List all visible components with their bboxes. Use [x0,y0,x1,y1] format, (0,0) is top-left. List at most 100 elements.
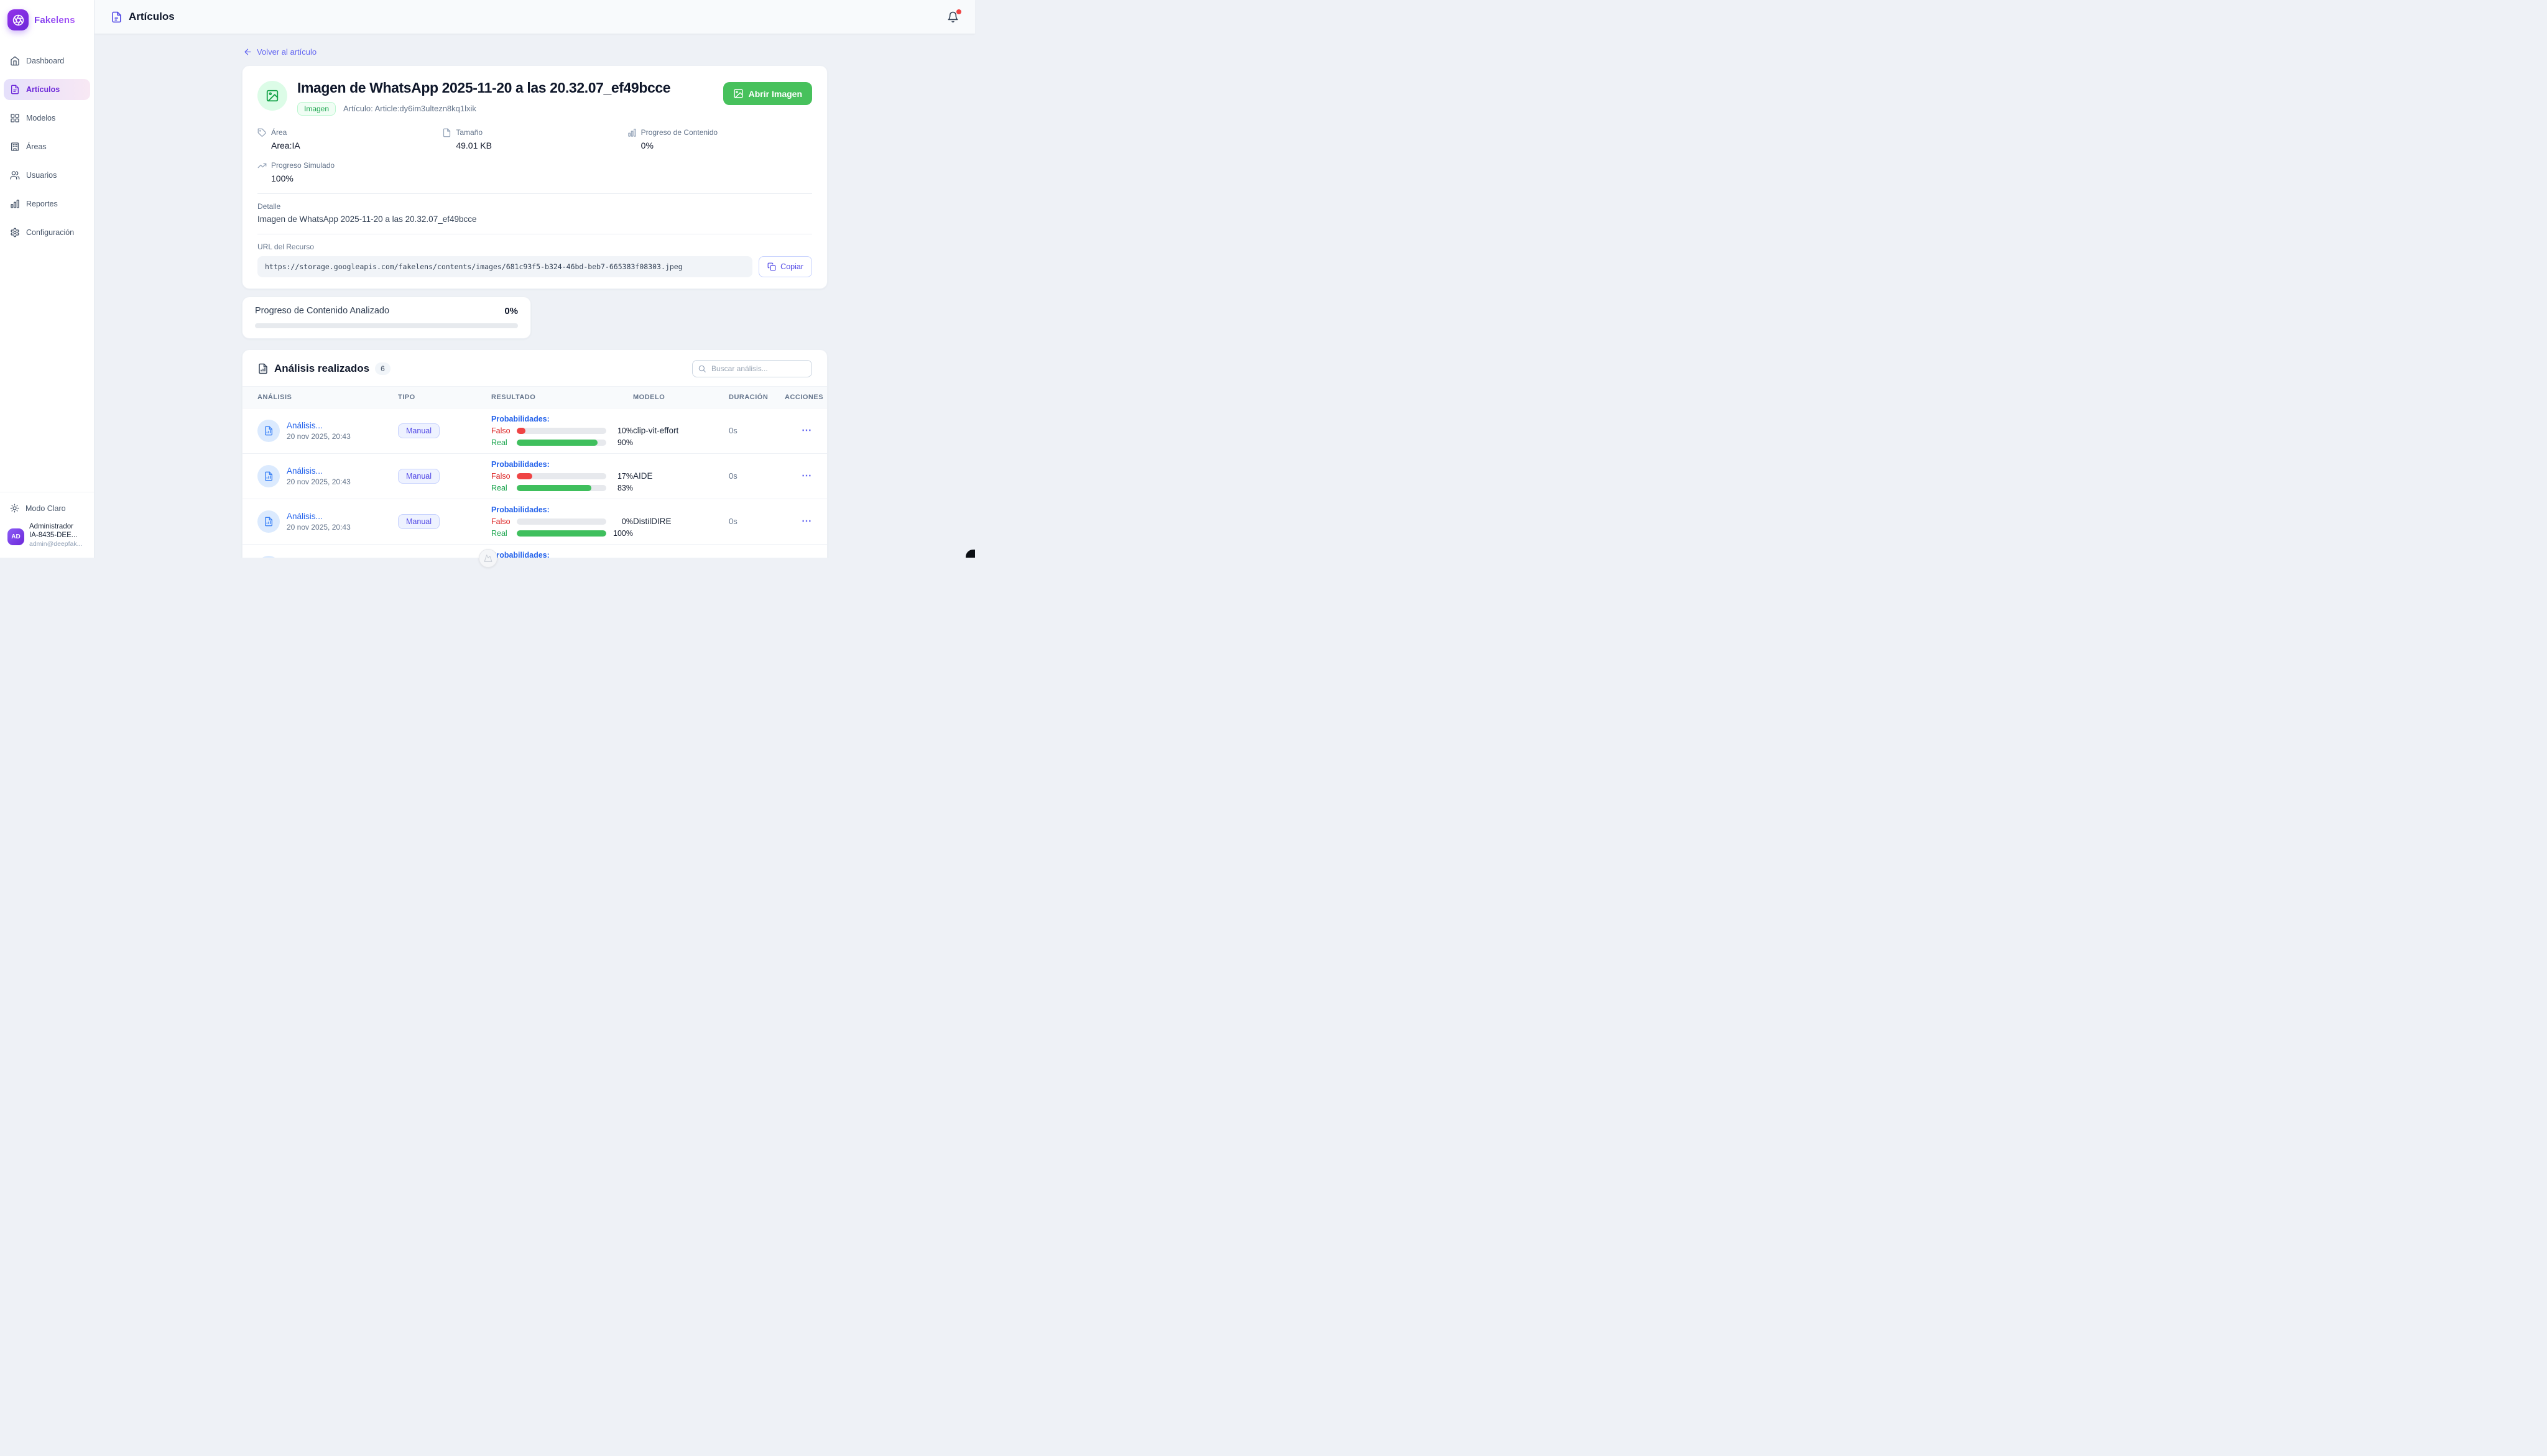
article-ref: Artículo: Article:dy6im3ultezn8kq1lxik [343,104,476,113]
analysis-date: 20 nov 2025, 20:43 [287,477,351,486]
trending-up-icon [257,161,267,170]
sidebar-item-label: Artículos [26,85,60,94]
type-badge-manual: Manual [398,423,440,438]
analysis-link[interactable]: Análisis... [287,557,351,558]
duration: 0s [729,471,785,481]
file-chart-icon [257,363,269,374]
sidebar-item-dashboard[interactable]: Dashboard [4,50,90,71]
user-name: IA-8435-DEE... [29,532,82,539]
model-name: AIDE [633,471,729,481]
analysis-link[interactable]: Análisis... [287,466,351,476]
meta-size: Tamaño 49.01 KB [442,128,627,150]
sidebar-item-reportes[interactable]: Reportes [4,193,90,214]
brand-name: Fakelens [34,15,75,25]
real-label: Real [491,438,512,447]
meta-area-value: Area:IA [257,141,442,150]
false-percent: 0% [611,517,633,526]
sidebar-item-configuracion[interactable]: Configuración [4,222,90,243]
real-label: Real [491,484,512,492]
open-image-button[interactable]: Abrir Imagen [723,82,812,105]
row-actions-button[interactable]: ⋯ [802,471,812,481]
sidebar-item-label: Reportes [26,200,58,208]
content-progress-card: Progreso de Contenido Analizado 0% [242,297,531,339]
meta-area: Área Area:IA [257,128,442,150]
table-row: Análisis... 20 nov 2025, 20:40 Manual Pr… [243,545,827,558]
false-percent: 17% [611,472,633,481]
probabilities-label: Probabilidades: [491,415,633,423]
back-link[interactable]: Volver al artículo [243,47,317,57]
false-bar [517,518,606,525]
grid-icon [10,113,20,123]
sidebar-item-label: Modelos [26,114,55,122]
watermark-mountain-icon [479,549,497,568]
duration: 0s [729,517,785,526]
theme-toggle-label: Modo Claro [25,504,66,513]
table-row: Análisis... 20 nov 2025, 20:43 Manual Pr… [243,408,827,454]
duration: 0s [729,426,785,435]
sidebar-item-label: Áreas [26,142,47,151]
false-label: Falso [491,517,512,526]
false-label: Falso [491,472,512,481]
topbar: Artículos [95,0,975,34]
file-icon [442,128,451,137]
meta-content-progress: Progreso de Contenido 0% [627,128,812,150]
page-title-file-icon [111,11,122,23]
false-label: Falso [491,426,512,435]
sidebar-item-usuarios[interactable]: Usuarios [4,165,90,186]
analysis-title: Análisis realizados [274,362,369,375]
row-actions-button[interactable]: ⋯ [802,517,812,527]
sidebar-nav: Dashboard Artículos Modelos Áreas Usuari… [0,50,94,243]
article-meta: Área Area:IA Tamaño 49.01 KB [257,128,812,183]
real-percent: 100% [611,529,633,538]
copy-icon [767,262,776,271]
theme-toggle[interactable]: Modo Claro [6,500,88,522]
model-name: DistilDIRE [633,517,729,526]
search-icon [698,364,706,373]
analysis-card: Análisis realizados 6 ANÁLISIS TIPO RESU… [242,349,828,558]
row-actions-button[interactable]: ⋯ [802,426,812,436]
table-row: Análisis... 20 nov 2025, 20:43 Manual Pr… [243,499,827,545]
probabilities-label: Probabilidades: [491,460,633,469]
detail-section: Detalle Imagen de WhatsApp 2025-11-20 a … [257,202,812,224]
gear-icon [10,228,20,237]
meta-size-value: 49.01 KB [442,141,627,150]
brand[interactable]: Fakelens [0,0,94,39]
file-text-icon [10,85,20,94]
sidebar-footer: Modo Claro AD Administrador IA-8435-DEE.… [0,492,94,558]
analysis-file-icon [257,510,280,533]
progress-card-label: Progreso de Contenido Analizado [255,306,389,316]
user-menu[interactable]: AD Administrador IA-8435-DEE... admin@de… [6,522,88,549]
url-section: URL del Recurso https://storage.googleap… [257,242,812,277]
analysis-link[interactable]: Análisis... [287,421,351,430]
article-card: Imagen de WhatsApp 2025-11-20 a las 20.3… [242,65,828,289]
user-email: admin@deepfak... [29,540,82,548]
analysis-date: 20 nov 2025, 20:43 [287,523,351,532]
sidebar-item-label: Usuarios [26,171,57,180]
real-bar [517,485,606,491]
content-area: Volver al artículo Imagen de WhatsApp 20… [95,34,975,558]
real-bar [517,530,606,537]
progress-card-value: 0% [504,306,518,316]
false-bar [517,428,606,434]
type-badge: Imagen [297,102,336,116]
sidebar-item-articulos[interactable]: Artículos [4,79,90,100]
analysis-count-badge: 6 [375,362,391,375]
probabilities-label: Probabilidades: [491,505,633,514]
type-badge-manual: Manual [398,469,440,484]
sidebar-item-modelos[interactable]: Modelos [4,108,90,129]
article-title: Imagen de WhatsApp 2025-11-20 a las 20.3… [297,80,670,97]
image-icon [733,88,744,99]
bar-chart-icon [10,199,20,209]
sidebar: Fakelens Dashboard Artículos Modelos Áre… [0,0,95,558]
detail-value: Imagen de WhatsApp 2025-11-20 a las 20.3… [257,214,812,224]
analysis-link[interactable]: Análisis... [287,512,351,521]
url-label: URL del Recurso [257,242,812,251]
copy-url-button[interactable]: Copiar [759,256,812,277]
sidebar-item-areas[interactable]: Áreas [4,136,90,157]
bar-chart-small-icon [627,128,637,137]
notifications-button[interactable] [947,11,959,23]
real-percent: 90% [611,438,633,447]
real-percent: 83% [611,484,633,492]
search-input[interactable] [692,360,812,377]
analysis-file-icon [257,556,280,558]
